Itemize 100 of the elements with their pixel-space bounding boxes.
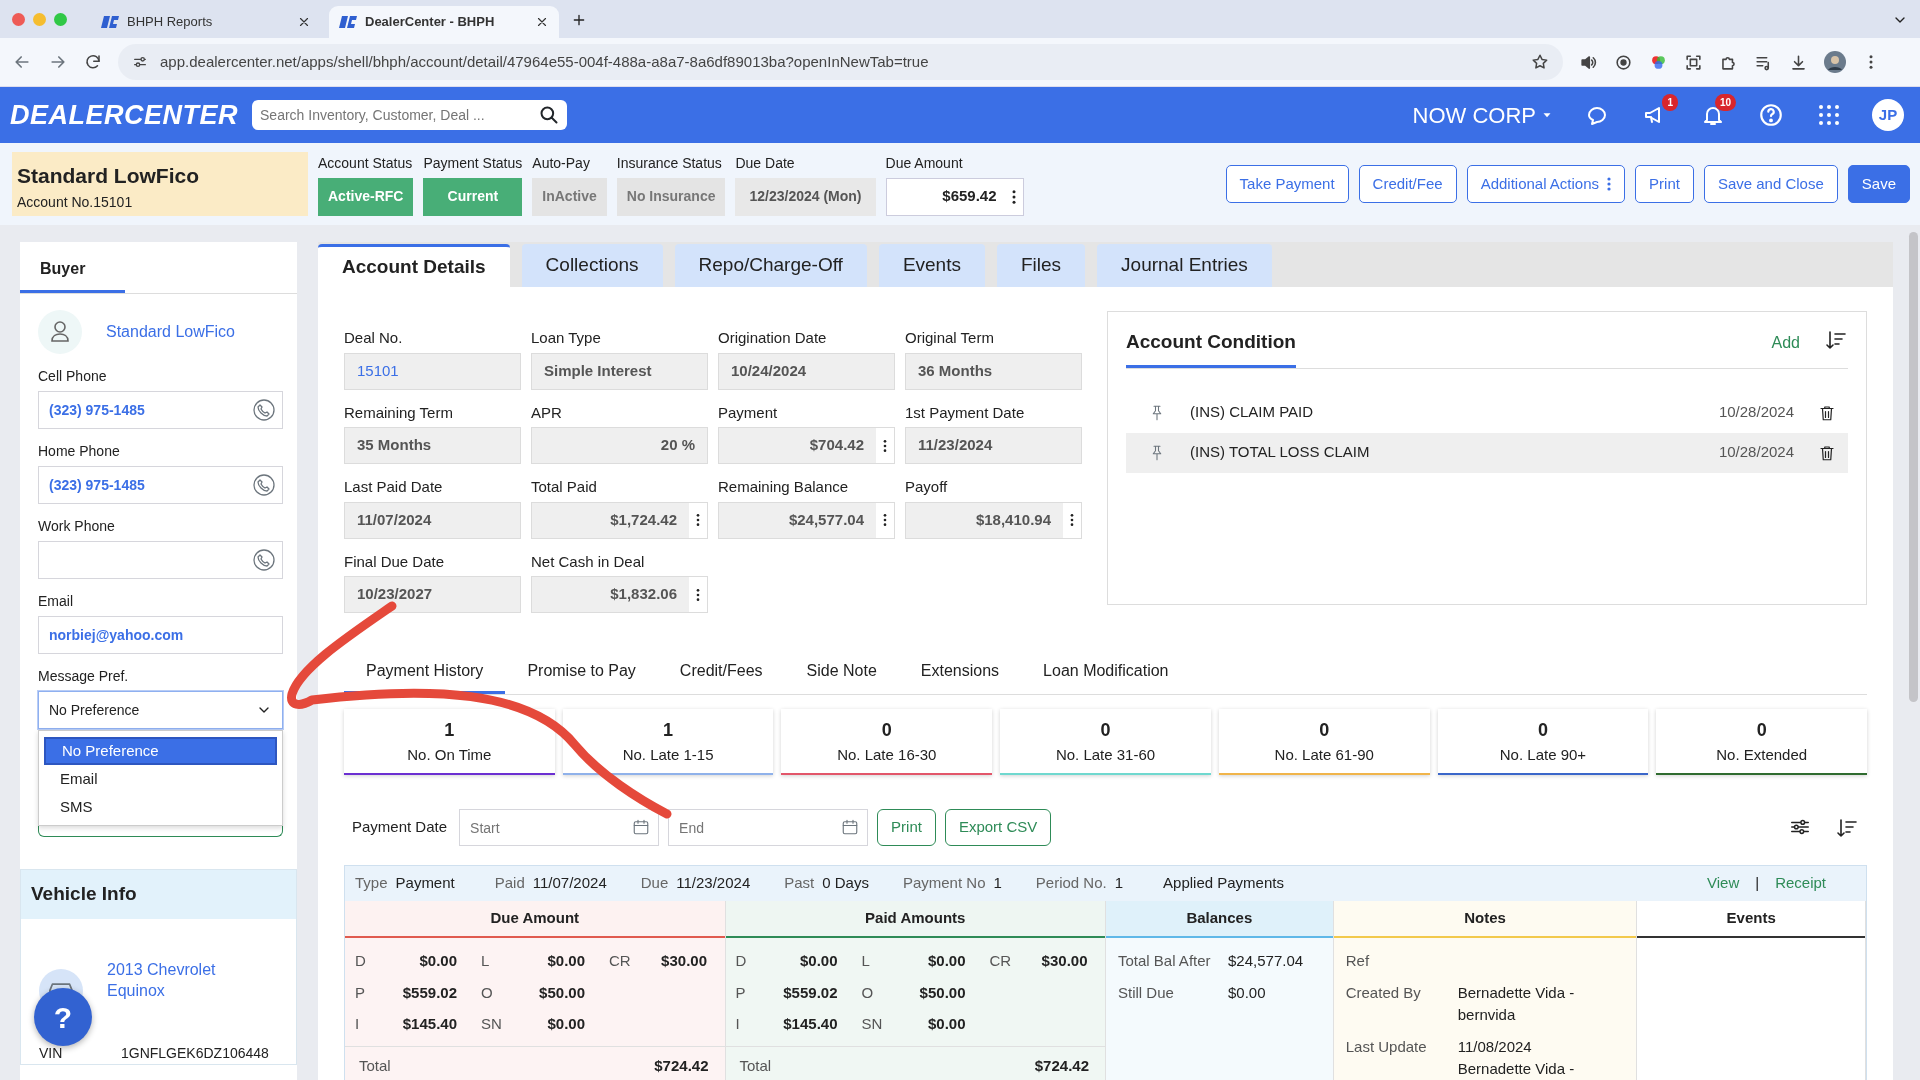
tab[interactable]: Files xyxy=(996,244,1086,287)
tab[interactable]: Journal Entries xyxy=(1097,244,1272,287)
tab[interactable]: Events xyxy=(878,244,985,287)
amount-value: $145.40 xyxy=(782,1014,838,1034)
sort-icon[interactable] xyxy=(1824,328,1848,352)
due-amount-field: $659.42 xyxy=(885,177,1024,216)
phone-icon[interactable] xyxy=(252,548,276,572)
amount-value: $0.00 xyxy=(418,951,457,971)
phone-icon[interactable] xyxy=(252,398,276,422)
close-window-icon[interactable] xyxy=(12,12,25,26)
close-icon[interactable] xyxy=(535,15,549,29)
favicon-icon xyxy=(101,15,119,29)
apps-grid-icon[interactable] xyxy=(1817,103,1841,127)
scrollbar[interactable] xyxy=(1909,232,1918,702)
lens-icon[interactable] xyxy=(1614,52,1633,72)
dropdown-option[interactable]: Email xyxy=(44,765,277,793)
browser-tab[interactable]: DealerCenter - BHPH xyxy=(329,6,559,38)
tab[interactable]: Repo/Charge-Off xyxy=(674,244,867,287)
favicon-icon xyxy=(339,15,357,29)
message-pref-select[interactable]: No Preference xyxy=(38,691,283,729)
tab[interactable]: Collections xyxy=(521,244,663,287)
bookmark-star-icon[interactable] xyxy=(1531,53,1549,71)
balance-value: $24,577.04 xyxy=(1228,951,1305,971)
view-link[interactable]: View xyxy=(1707,872,1740,895)
condition-text: (INS) TOTAL LOSS CLAIM xyxy=(1190,442,1371,463)
address-bar[interactable]: app.dealercenter.net/apps/shell/bhph/account/detail/47964e55-004f-488a-a8a7-8a6df89013ba?openInNewTab=true xyxy=(118,44,1563,80)
screenshot-icon[interactable] xyxy=(1684,52,1703,72)
action-button[interactable]: Print xyxy=(1635,165,1694,203)
site-settings-icon[interactable] xyxy=(132,54,148,70)
sub-tab[interactable]: Side Note xyxy=(784,651,899,694)
summary-label: Type xyxy=(355,874,388,892)
vehicle-link[interactable]: 2013 Chevrolet Equinox xyxy=(107,958,227,1002)
date-field[interactable]: End xyxy=(668,809,869,846)
amount-code: O xyxy=(860,982,875,1003)
action-button[interactable]: Save and Close xyxy=(1703,165,1838,203)
condition-date: 10/28/2024 xyxy=(1718,442,1794,463)
field-label: Last Paid Date xyxy=(344,477,444,497)
dropdown-option[interactable]: SMS xyxy=(44,793,277,821)
field-label: Original Term xyxy=(905,328,995,348)
status-label: Auto-Pay xyxy=(532,153,591,173)
amount-code: CR xyxy=(608,951,629,971)
status-label: Due Amount xyxy=(885,153,964,173)
action-button[interactable]: Take Payment xyxy=(1225,165,1349,203)
amount-code: I xyxy=(355,1014,361,1034)
readonly-field: $24,577.04 xyxy=(718,501,895,539)
action-button[interactable]: Credit/Fee xyxy=(1358,165,1457,203)
buyer-name-link[interactable]: Standard LowFico xyxy=(106,320,235,344)
field-label: Message Pref. xyxy=(38,667,130,686)
readonly-field: 10/23/2027 xyxy=(344,576,521,613)
trash-icon[interactable] xyxy=(1818,443,1836,462)
help-icon[interactable] xyxy=(1758,102,1784,128)
date-field[interactable]: Start xyxy=(459,809,660,846)
field-label: APR xyxy=(531,402,563,423)
close-icon[interactable] xyxy=(297,15,311,29)
input-field[interactable]: (323) 975-1485 xyxy=(38,466,283,504)
input-field[interactable]: norbiej@yahoo.com xyxy=(38,616,283,654)
browser-tab[interactable]: BHPH Reports xyxy=(91,6,321,38)
app-logo[interactable]: DEALERCENTER xyxy=(10,94,238,136)
download-icon[interactable] xyxy=(1789,52,1808,72)
phone-icon[interactable] xyxy=(252,473,276,497)
reload-icon[interactable] xyxy=(84,53,102,71)
calendar-icon[interactable] xyxy=(632,818,651,836)
amount-value: $559.02 xyxy=(401,982,457,1003)
dropdown-option[interactable]: No Preference xyxy=(44,737,277,765)
input-field[interactable]: (323) 975-1485 xyxy=(38,391,283,429)
calendar-icon[interactable] xyxy=(841,818,860,836)
help-button[interactable]: ? xyxy=(34,988,92,1046)
profile-avatar[interactable] xyxy=(1824,51,1846,73)
action-button[interactable]: Save xyxy=(1847,165,1910,203)
user-avatar[interactable]: JP xyxy=(1872,99,1904,131)
sub-tab[interactable]: Payment History xyxy=(344,651,506,694)
field-label: Deal No. xyxy=(344,328,404,348)
balance-label: Total Bal After xyxy=(1118,951,1212,971)
company-selector[interactable]: NOW CORP xyxy=(1412,98,1554,132)
readonly-field: 20 % xyxy=(531,427,708,464)
section-title: Applied Payments xyxy=(1163,873,1284,894)
filter-label: Payment Date xyxy=(352,817,448,838)
input-field[interactable] xyxy=(38,541,283,579)
status-badge: InActive xyxy=(532,177,607,216)
sidebar-tab[interactable]: Buyer xyxy=(20,242,126,293)
sub-tab[interactable]: Extensions xyxy=(898,651,1022,694)
trash-icon[interactable] xyxy=(1818,403,1836,422)
tab[interactable]: Account Details xyxy=(318,244,510,287)
add-link[interactable]: Add xyxy=(1771,331,1800,355)
outline-button[interactable]: Print xyxy=(877,809,936,846)
summary-value: 1 xyxy=(993,874,1002,892)
search-field[interactable]: Search Inventory, Customer, Deal ... xyxy=(252,100,567,130)
sub-tab[interactable]: Credit/Fees xyxy=(657,651,785,694)
status-badge: Active-RFC xyxy=(318,177,414,216)
status-badge: Current xyxy=(423,177,523,216)
summary-label: Past xyxy=(784,874,815,892)
field-label: Home Phone xyxy=(38,442,121,461)
outline-button[interactable]: Export CSV xyxy=(944,809,1052,846)
amount-code: O xyxy=(480,982,494,1003)
receipt-link[interactable]: Receipt xyxy=(1775,872,1826,895)
sub-tab[interactable]: Promise to Pay xyxy=(505,651,658,694)
action-button[interactable]: Additional Actions xyxy=(1466,165,1626,203)
search-icon[interactable] xyxy=(539,105,559,125)
sub-tab[interactable]: Loan Modification xyxy=(1021,651,1191,694)
field-label: Remaining Balance xyxy=(718,477,850,497)
